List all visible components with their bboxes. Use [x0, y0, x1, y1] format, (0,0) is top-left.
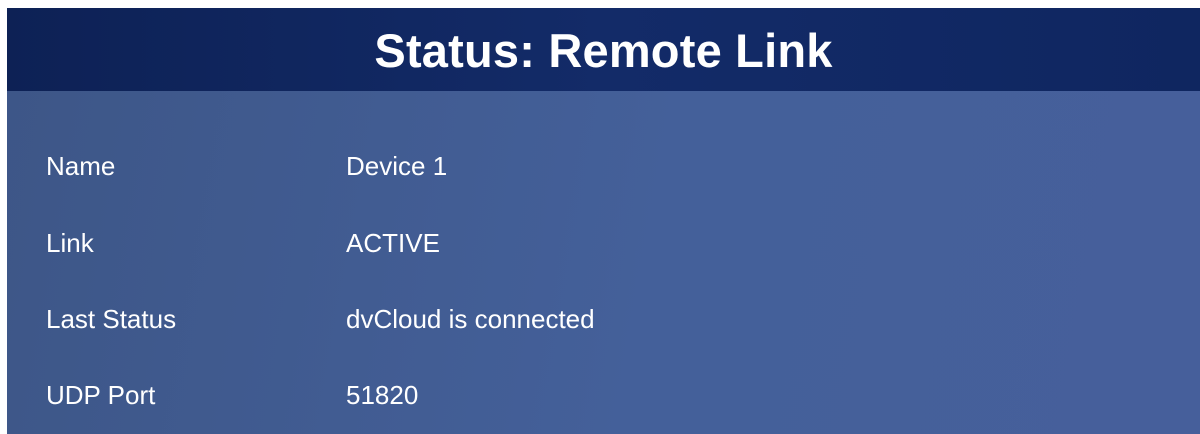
row-value: ACTIVE	[346, 227, 440, 258]
status-row-link: Link ACTIVE	[7, 223, 1200, 263]
status-row-name: Name Device 1	[7, 146, 1200, 186]
page-title: Status: Remote Link	[374, 24, 833, 77]
row-value: Device 1	[346, 150, 448, 181]
row-label: UDP Port	[46, 379, 156, 410]
status-panel: Status: Remote Link Name Device 1 Link A…	[7, 8, 1200, 434]
status-row-last-status: Last Status dvCloud is connected	[7, 299, 1200, 339]
row-value: 51820	[346, 379, 419, 410]
panel-header: Status: Remote Link	[7, 8, 1200, 91]
row-value: dvCloud is connected	[346, 303, 595, 334]
status-row-udp-port: UDP Port 51820	[7, 375, 1200, 415]
row-label: Name	[46, 150, 116, 181]
row-label: Link	[46, 227, 94, 258]
row-label: Last Status	[46, 303, 177, 334]
